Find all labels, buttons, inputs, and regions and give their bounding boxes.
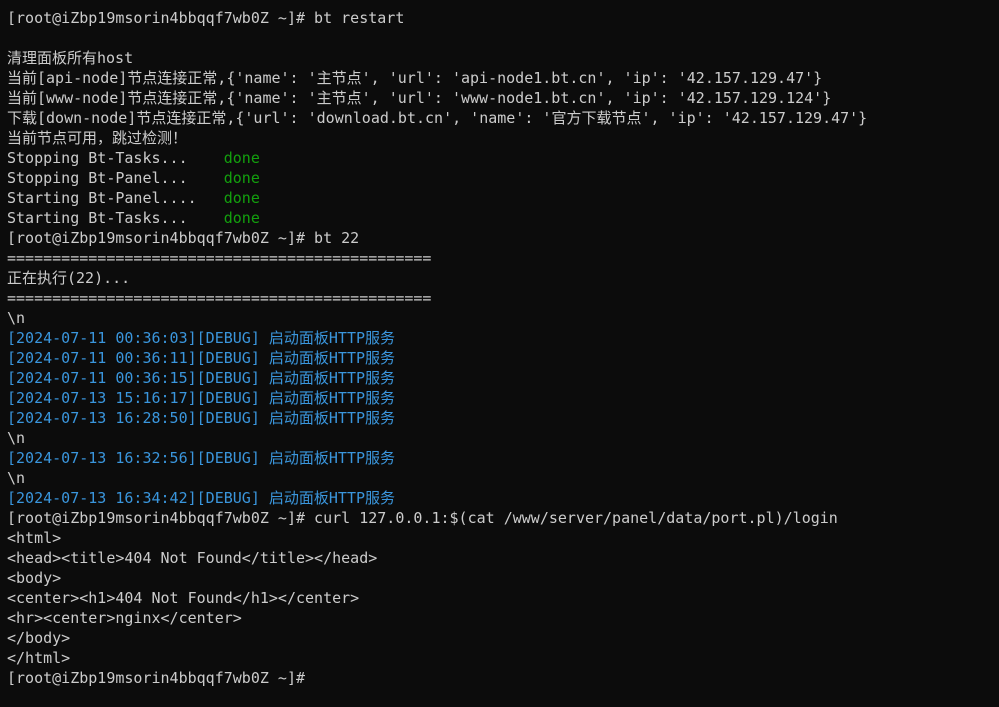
terminal-text: [2024-07-11 00:36:11][DEBUG] 启动面板HTTP服务 [7, 349, 396, 367]
terminal-text: </html> [7, 649, 71, 667]
terminal-text: <head><title>404 Not Found</title></head… [7, 549, 378, 567]
terminal-text: \n [7, 429, 26, 447]
terminal-line: </body> [7, 628, 999, 648]
terminal-window[interactable]: [root@iZbp19msorin4bbqqf7wb0Z ~]# bt res… [0, 0, 999, 707]
terminal-text: [root@iZbp19msorin4bbqqf7wb0Z ~]# bt res… [7, 9, 405, 27]
terminal-line: 当前[www-node]节点连接正常,{'name': '主节点', 'url'… [7, 88, 999, 108]
terminal-text: [root@iZbp19msorin4bbqqf7wb0Z ~]# [7, 669, 306, 687]
terminal-line: Stopping Bt-Panel... done [7, 168, 999, 188]
terminal-text: [2024-07-13 16:34:42][DEBUG] 启动面板HTTP服务 [7, 489, 396, 507]
terminal-text: ========================================… [7, 249, 432, 267]
terminal-text: Stopping Bt-Tasks... [7, 149, 224, 167]
terminal-text: ========================================… [7, 289, 432, 307]
terminal-line: <center><h1>404 Not Found</h1></center> [7, 588, 999, 608]
terminal-text: 正在执行(22)... [7, 269, 131, 287]
terminal-line: <head><title>404 Not Found</title></head… [7, 548, 999, 568]
terminal-text: <center><h1>404 Not Found</h1></center> [7, 589, 360, 607]
terminal-output: [root@iZbp19msorin4bbqqf7wb0Z ~]# bt res… [7, 8, 999, 688]
terminal-text: [root@iZbp19msorin4bbqqf7wb0Z ~]# curl 1… [7, 509, 838, 527]
terminal-text: 当前[www-node]节点连接正常,{'name': '主节点', 'url'… [7, 89, 832, 107]
terminal-line: [2024-07-13 15:16:17][DEBUG] 启动面板HTTP服务 [7, 388, 999, 408]
terminal-line: 下载[down-node]节点连接正常,{'url': 'download.bt… [7, 108, 999, 128]
terminal-text: done [223, 169, 260, 187]
terminal-line: Starting Bt-Panel.... done [7, 188, 999, 208]
terminal-line: <body> [7, 568, 999, 588]
terminal-text: 下载[down-node]节点连接正常,{'url': 'download.bt… [7, 109, 868, 127]
terminal-text: \n [7, 309, 26, 327]
terminal-line: [2024-07-13 16:34:42][DEBUG] 启动面板HTTP服务 [7, 488, 999, 508]
terminal-line: \n [7, 428, 999, 448]
terminal-text: Starting Bt-Tasks... [7, 209, 224, 227]
terminal-text: [root@iZbp19msorin4bbqqf7wb0Z ~]# bt 22 [7, 229, 360, 247]
terminal-text: [2024-07-13 16:28:50][DEBUG] 启动面板HTTP服务 [7, 409, 396, 427]
terminal-text: \n [7, 469, 26, 487]
terminal-line: [2024-07-11 00:36:11][DEBUG] 启动面板HTTP服务 [7, 348, 999, 368]
terminal-text: Starting Bt-Panel.... [7, 189, 224, 207]
terminal-line: Starting Bt-Tasks... done [7, 208, 999, 228]
terminal-line: Stopping Bt-Tasks... done [7, 148, 999, 168]
terminal-line: [root@iZbp19msorin4bbqqf7wb0Z ~]# [7, 668, 999, 688]
terminal-text: 清理面板所有host [7, 49, 134, 67]
terminal-line: [2024-07-11 00:36:15][DEBUG] 启动面板HTTP服务 [7, 368, 999, 388]
terminal-text: [2024-07-13 16:32:56][DEBUG] 启动面板HTTP服务 [7, 449, 396, 467]
terminal-line: [2024-07-13 16:32:56][DEBUG] 启动面板HTTP服务 [7, 448, 999, 468]
terminal-line: ========================================… [7, 288, 999, 308]
terminal-text: [2024-07-13 15:16:17][DEBUG] 启动面板HTTP服务 [7, 389, 396, 407]
terminal-line: \n [7, 468, 999, 488]
terminal-text: </body> [7, 629, 71, 647]
terminal-line: <html> [7, 528, 999, 548]
terminal-line: [root@iZbp19msorin4bbqqf7wb0Z ~]# bt 22 [7, 228, 999, 248]
terminal-text: 当前节点可用，跳过检测！ [7, 129, 188, 147]
terminal-text: done [223, 149, 260, 167]
terminal-line: <hr><center>nginx</center> [7, 608, 999, 628]
terminal-line: </html> [7, 648, 999, 668]
terminal-text: done [223, 209, 260, 227]
terminal-line: 清理面板所有host [7, 48, 999, 68]
terminal-line: ========================================… [7, 248, 999, 268]
terminal-line: [2024-07-13 16:28:50][DEBUG] 启动面板HTTP服务 [7, 408, 999, 428]
terminal-line: [2024-07-11 00:36:03][DEBUG] 启动面板HTTP服务 [7, 328, 999, 348]
terminal-text: <html> [7, 529, 62, 547]
terminal-text: Stopping Bt-Panel... [7, 169, 224, 187]
terminal-line: \n [7, 308, 999, 328]
terminal-text: <hr><center>nginx</center> [7, 609, 242, 627]
terminal-text: [2024-07-11 00:36:15][DEBUG] 启动面板HTTP服务 [7, 369, 396, 387]
terminal-text: [2024-07-11 00:36:03][DEBUG] 启动面板HTTP服务 [7, 329, 396, 347]
terminal-line: [root@iZbp19msorin4bbqqf7wb0Z ~]# bt res… [7, 8, 999, 28]
terminal-line: 当前[api-node]节点连接正常,{'name': '主节点', 'url'… [7, 68, 999, 88]
terminal-line: 当前节点可用，跳过检测！ [7, 128, 999, 148]
terminal-text: 当前[api-node]节点连接正常,{'name': '主节点', 'url'… [7, 69, 823, 87]
terminal-line: 正在执行(22)... [7, 268, 999, 288]
terminal-text: done [223, 189, 260, 207]
terminal-text: <body> [7, 569, 62, 587]
terminal-line: [root@iZbp19msorin4bbqqf7wb0Z ~]# curl 1… [7, 508, 999, 528]
